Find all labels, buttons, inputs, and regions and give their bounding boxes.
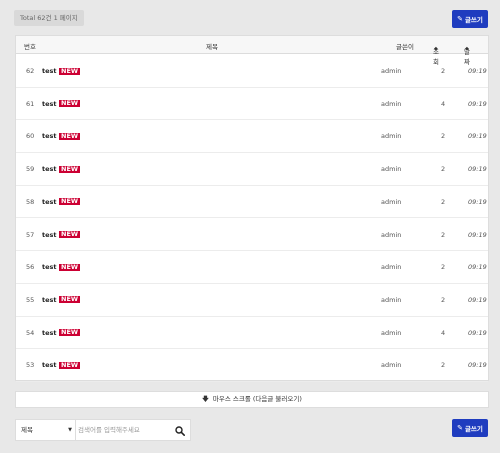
row-views: 4 xyxy=(441,328,446,337)
load-more-label: 마우스 스크롤 (다음글 불러오기) xyxy=(212,395,302,403)
row-author: admin xyxy=(381,263,402,272)
table-row[interactable]: 60 test NEW admin 2 09:19 xyxy=(16,120,488,154)
row-views: 2 xyxy=(441,67,446,75)
row-title-link[interactable]: test xyxy=(42,132,57,140)
new-badge: NEW xyxy=(59,131,81,140)
row-title-link[interactable]: test xyxy=(42,67,57,75)
row-date: 09:19 xyxy=(468,295,487,304)
total-count-badge: Total 62건 1 페이지 xyxy=(14,10,84,26)
row-author: admin xyxy=(381,230,402,239)
row-views: 2 xyxy=(441,165,446,174)
row-num: 61 xyxy=(26,99,35,108)
row-title-link[interactable]: test xyxy=(42,296,57,304)
row-views: 2 xyxy=(441,132,446,141)
row-date: 09:19 xyxy=(468,328,487,337)
caret-down-icon: ▼ xyxy=(68,427,72,433)
row-date: 09:19 xyxy=(468,67,487,75)
new-badge: NEW xyxy=(59,262,81,271)
new-badge: NEW xyxy=(59,197,81,206)
row-num: 53 xyxy=(26,361,35,370)
post-list-table: 번호 제목 글쓴이 조회 ◆ 날짜 ◆ 62 test NEW admin 2 09:19 61… xyxy=(15,35,489,382)
row-author: admin xyxy=(381,328,402,337)
header-num: 번호 xyxy=(24,43,36,51)
table-row[interactable]: 59 test NEW admin 2 09:19 xyxy=(16,153,488,186)
row-views: 2 xyxy=(441,361,446,370)
new-badge: NEW xyxy=(59,360,81,369)
row-title-link[interactable]: test xyxy=(42,361,57,369)
search-form: 제목 ▼ xyxy=(15,419,191,441)
new-badge: NEW xyxy=(59,66,81,75)
row-num: 56 xyxy=(26,263,35,272)
row-num: 57 xyxy=(26,230,35,239)
table-row[interactable]: 56 test NEW admin 2 09:19 xyxy=(16,251,488,284)
row-date: 09:19 xyxy=(468,197,487,206)
row-author: admin xyxy=(381,295,402,304)
pencil-icon: ✎ xyxy=(457,423,463,432)
header-title: 제목 xyxy=(206,43,218,51)
row-title-link[interactable]: test xyxy=(42,263,57,271)
sort-icon: ◆ xyxy=(465,46,469,52)
row-title-link[interactable]: test xyxy=(42,231,57,239)
row-views: 2 xyxy=(441,295,446,304)
search-icon[interactable] xyxy=(175,426,185,436)
table-row[interactable]: 57 test NEW admin 2 09:19 xyxy=(16,219,488,252)
table-header: 번호 제목 글쓴이 조회 ◆ 날짜 ◆ xyxy=(16,36,488,66)
table-row[interactable]: 54 test NEW admin 4 09:19 xyxy=(16,317,488,350)
table-row[interactable]: 62 test NEW admin 2 09:19 xyxy=(16,55,488,88)
row-date: 09:19 xyxy=(468,263,487,272)
row-date: 09:19 xyxy=(468,132,487,141)
row-num: 55 xyxy=(26,295,35,304)
row-author: admin xyxy=(381,67,402,75)
row-author: admin xyxy=(381,197,402,206)
arrow-down-icon: 🡇 xyxy=(202,395,209,403)
row-views: 2 xyxy=(441,197,446,206)
row-author: admin xyxy=(381,361,402,370)
new-badge: NEW xyxy=(59,230,81,238)
load-more-button[interactable]: 🡇 마우스 스크롤 (다음글 불러오기) xyxy=(15,391,489,408)
write-button-top[interactable]: ✎ 글쓰기 xyxy=(452,10,488,28)
row-num: 59 xyxy=(26,165,35,174)
row-num: 58 xyxy=(26,197,35,206)
row-views: 2 xyxy=(441,263,446,272)
row-num: 62 xyxy=(26,67,35,75)
row-num: 54 xyxy=(26,328,35,337)
row-date: 09:19 xyxy=(468,361,487,370)
new-badge: NEW xyxy=(59,328,81,337)
new-badge: NEW xyxy=(59,99,81,108)
new-badge: NEW xyxy=(59,295,81,304)
row-title-link[interactable]: test xyxy=(42,100,57,108)
pencil-icon: ✎ xyxy=(457,14,463,23)
row-num: 60 xyxy=(26,132,35,141)
table-row[interactable]: 58 test NEW admin 2 09:19 xyxy=(16,186,488,219)
table-row[interactable]: 53 test NEW admin 2 09:19 xyxy=(16,349,488,382)
row-date: 09:19 xyxy=(468,230,487,239)
row-views: 2 xyxy=(441,230,446,239)
row-date: 09:19 xyxy=(468,99,487,108)
table-row[interactable]: 61 test NEW admin 4 09:19 xyxy=(16,88,488,121)
table-row[interactable]: 55 test NEW admin 2 09:19 xyxy=(16,284,488,317)
search-field-select[interactable]: 제목 ▼ xyxy=(16,420,76,440)
row-title-link[interactable]: test xyxy=(42,165,57,173)
row-title-link[interactable]: test xyxy=(42,198,57,206)
new-badge: NEW xyxy=(59,164,81,173)
row-author: admin xyxy=(381,132,402,141)
write-button-label: 글쓰기 xyxy=(464,425,483,433)
sort-icon: ◆ xyxy=(434,46,438,52)
row-author: admin xyxy=(381,165,402,174)
row-author: admin xyxy=(381,99,402,108)
row-views: 4 xyxy=(441,99,446,108)
row-date: 09:19 xyxy=(468,165,487,174)
search-input[interactable] xyxy=(78,422,170,438)
write-button-bottom[interactable]: ✎ 글쓰기 xyxy=(452,419,488,437)
write-button-label: 글쓰기 xyxy=(464,16,483,24)
header-author: 글쓴이 xyxy=(396,43,414,51)
row-title-link[interactable]: test xyxy=(42,329,57,337)
search-field-value: 제목 xyxy=(21,426,33,434)
